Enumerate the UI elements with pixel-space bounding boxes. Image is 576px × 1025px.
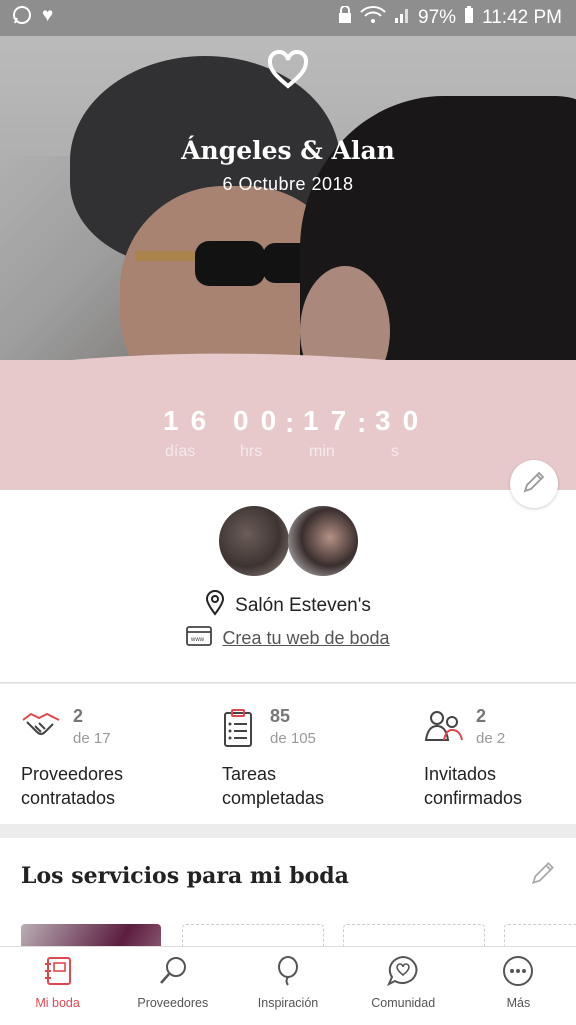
whatsapp-icon bbox=[12, 5, 32, 31]
heart-status-icon: ♥ bbox=[42, 5, 54, 26]
countdown-hours: 00 bbox=[233, 405, 289, 436]
vendors-title-line1: Proveedores bbox=[21, 764, 124, 784]
bottom-nav: Mi boda Proveedores Inspiración Comunida… bbox=[0, 946, 576, 1025]
profile-card: Salón Esteven's www Crea tu web de boda bbox=[0, 490, 576, 683]
tasks-title-line2: completadas bbox=[222, 788, 325, 808]
countdown-days: 16 bbox=[163, 405, 219, 436]
vendors-title-line2: contratados bbox=[21, 788, 116, 808]
vendors-total: de 17 bbox=[73, 730, 111, 747]
lock-icon bbox=[338, 5, 352, 30]
stats-card: 2 de 17 Proveedores contratados 85 de 10… bbox=[0, 684, 576, 824]
nav-label: Proveedores bbox=[137, 996, 209, 1010]
more-icon bbox=[502, 955, 534, 990]
tasks-count: 85 bbox=[270, 706, 291, 726]
chat-heart-icon bbox=[386, 955, 420, 990]
countdown-hours-label: hrs bbox=[240, 443, 263, 460]
guests-icon bbox=[424, 708, 464, 749]
nav-mi-boda[interactable]: Mi boda bbox=[0, 947, 115, 1025]
wedding-date: 6 Octubre 2018 bbox=[222, 174, 354, 194]
edit-services-pencil-icon[interactable] bbox=[530, 860, 556, 891]
nav-inspiracion[interactable]: Inspiración bbox=[230, 947, 345, 1025]
countdown-seconds: 30 bbox=[375, 405, 431, 436]
guests-title-line1: Invitados bbox=[424, 764, 497, 784]
create-website-label: Crea tu web de boda bbox=[222, 628, 390, 648]
battery-percent: 97% bbox=[418, 7, 457, 28]
heart-logo-icon bbox=[266, 50, 310, 95]
create-website-link[interactable]: www Crea tu web de boda bbox=[0, 626, 576, 651]
edit-wedding-button[interactable] bbox=[510, 460, 558, 508]
guests-total: de 2 bbox=[476, 730, 506, 747]
tasks-title-line1: Tareas bbox=[222, 764, 277, 784]
services-heading: Los servicios para mi boda bbox=[21, 863, 349, 889]
signal-icon bbox=[394, 6, 410, 30]
stat-guests[interactable]: 2 de 2 Invitados confirmados bbox=[424, 706, 576, 816]
countdown-seconds-label: s bbox=[391, 443, 399, 460]
search-icon bbox=[157, 955, 189, 990]
avatar-partner-1[interactable] bbox=[219, 506, 289, 576]
stat-tasks[interactable]: 85 de 105 Tareas completadas bbox=[222, 706, 412, 816]
nav-label: Más bbox=[506, 996, 531, 1010]
countdown: 16 días 00 hrs : 17 min : 30 s bbox=[163, 405, 431, 460]
notebook-icon bbox=[42, 955, 74, 990]
status-bar: ♥ 97% 11:42 PM bbox=[0, 0, 576, 36]
wave-divider bbox=[0, 353, 576, 395]
wifi-icon bbox=[360, 6, 386, 30]
clock: 11:42 PM bbox=[482, 7, 562, 28]
couple-name: Ángeles & Alan bbox=[181, 136, 395, 165]
nav-label: Inspiración bbox=[257, 996, 319, 1010]
countdown-minutes-label: min bbox=[309, 443, 335, 460]
venue[interactable]: Salón Esteven's bbox=[0, 590, 576, 622]
nav-label: Mi boda bbox=[35, 996, 80, 1010]
battery-icon bbox=[464, 6, 474, 30]
avatar-partner-2[interactable] bbox=[288, 506, 358, 576]
guests-title-line2: confirmados bbox=[424, 788, 523, 808]
balloon-icon bbox=[272, 955, 304, 990]
countdown-days-label: días bbox=[165, 443, 196, 460]
handshake-icon bbox=[21, 708, 61, 745]
services-card: Los servicios para mi boda bbox=[0, 838, 576, 955]
nav-comunidad[interactable]: Comunidad bbox=[346, 947, 461, 1025]
guests-count: 2 bbox=[476, 706, 487, 726]
nav-proveedores[interactable]: Proveedores bbox=[115, 947, 230, 1025]
tasks-total: de 105 bbox=[270, 730, 316, 747]
countdown-minutes: 17 bbox=[303, 405, 359, 436]
svg-text:www: www bbox=[190, 637, 205, 643]
clipboard-icon bbox=[222, 708, 254, 753]
nav-mas[interactable]: Más bbox=[461, 947, 576, 1025]
pencil-icon bbox=[522, 470, 546, 499]
nav-label: Comunidad bbox=[371, 996, 436, 1010]
venue-name: Salón Esteven's bbox=[235, 595, 371, 616]
vendors-count: 2 bbox=[73, 706, 84, 726]
stat-vendors[interactable]: 2 de 17 Proveedores contratados bbox=[21, 706, 211, 816]
browser-icon: www bbox=[186, 626, 213, 651]
location-pin-icon bbox=[205, 590, 225, 622]
